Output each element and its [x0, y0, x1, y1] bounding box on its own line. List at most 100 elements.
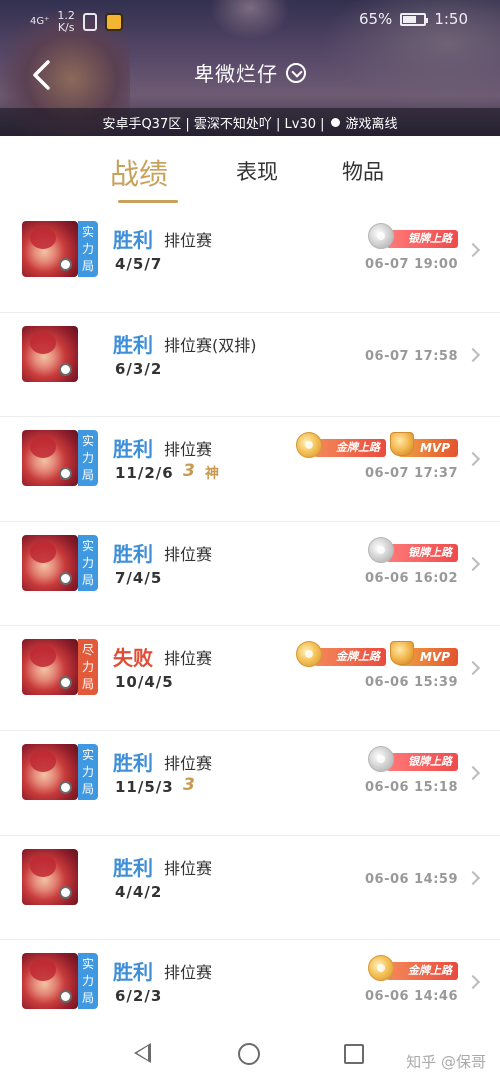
match-row[interactable]: 实力局 胜利 排位赛 11/5/3 3 银牌上路 06-06 15:18: [0, 731, 500, 836]
silver-lane-badge: 银牌上路: [386, 752, 458, 771]
nav-back-icon[interactable]: [134, 1043, 151, 1063]
match-row[interactable]: 胜利 排位赛(双排) 6/3/2 06-07 17:58: [0, 313, 500, 418]
online-status: 游戏离线: [345, 116, 398, 132]
nav-recents-icon[interactable]: [344, 1044, 364, 1064]
system-nav-bar: 知乎 @保哥: [0, 1023, 500, 1083]
match-type: 排位赛: [164, 649, 213, 669]
match-type: 排位赛(双排): [164, 335, 257, 355]
silver-lane-badge: 银牌上路: [386, 543, 458, 562]
hero-avatar: [22, 743, 78, 800]
match-type: 排位赛: [164, 753, 213, 773]
chevron-right-icon: [465, 556, 481, 571]
chevron-right-icon: [465, 975, 481, 990]
status-bar: 4G⁺ 1.2 K/s 65% 1:50: [0, 0, 500, 40]
match-time: 06-06 15:18: [365, 779, 458, 795]
match-type: 排位赛: [164, 963, 213, 983]
match-result: 胜利: [113, 332, 153, 357]
match-mode-tag: 实力局: [78, 430, 98, 487]
match-mode-tag: 实力局: [78, 953, 98, 1010]
tab-bar: 战绩 表现 物品: [0, 136, 500, 208]
hero-avatar: [22, 221, 78, 277]
online-status-dot-icon: [330, 117, 340, 127]
kda: 6/2/3: [115, 987, 163, 1006]
tab-performance[interactable]: 表现: [236, 156, 278, 186]
title-bar: 卑微烂仔: [0, 58, 500, 87]
match-time: 06-07 19:00: [365, 257, 458, 272]
hero-avatar: [22, 430, 78, 487]
network-speed-unit: K/s: [57, 21, 75, 34]
hero-avatar: [22, 953, 78, 1010]
nav-home-icon[interactable]: [238, 1043, 260, 1065]
multi-kill-badge: 3: [183, 461, 195, 482]
clock: 1:50: [434, 10, 468, 28]
chevron-right-icon: [465, 347, 481, 362]
kda: 10/4/5: [115, 673, 174, 692]
match-type: 排位赛: [164, 440, 213, 460]
match-result: 胜利: [113, 960, 153, 985]
match-row[interactable]: 实力局 胜利 排位赛 4/5/7 银牌上路 06-07 19:00: [0, 208, 500, 313]
match-result: 胜利: [113, 541, 153, 566]
match-row[interactable]: 实力局 胜利 排位赛 11/2/6 3 神 MVP 金牌上路 06-07 17:37: [0, 417, 500, 522]
profile-header: 4G⁺ 1.2 K/s 65% 1:50 卑微烂仔 安卓手Q37区 | 雲深不知…: [0, 0, 500, 136]
match-list: 实力局 胜利 排位赛 4/5/7 银牌上路 06-07 19:00 胜利 排位赛(双排) 6/3…: [0, 208, 500, 1045]
match-result: 胜利: [113, 228, 153, 252]
kda: 6/3/2: [115, 359, 163, 378]
match-time: 06-06 14:59: [365, 871, 458, 887]
match-result: 胜利: [113, 750, 153, 775]
silver-medal-icon: [368, 536, 394, 563]
kda: 4/5/7: [115, 255, 163, 273]
gold-lane-badge: 金牌上路: [314, 439, 386, 458]
match-mode-tag: 尽力局: [78, 639, 98, 696]
match-mode-tag: 实力局: [78, 534, 98, 591]
hero-avatar: [22, 325, 78, 382]
battery-fill: [403, 15, 417, 23]
match-result: 胜利: [113, 855, 153, 880]
hero-avatar: [22, 848, 78, 905]
silver-medal-icon: [368, 223, 394, 249]
tab-items[interactable]: 物品: [342, 156, 384, 186]
hero-avatar: [22, 534, 78, 591]
network-speed: 1.2 K/s: [57, 10, 75, 34]
mvp-trophy-icon: [390, 432, 414, 457]
match-type: 排位赛: [164, 858, 213, 878]
kda: 7/4/5: [115, 568, 163, 587]
player-info: 安卓手Q37区 | 雲深不知处吖 | Lv30 |: [102, 116, 325, 132]
match-time: 06-07 17:37: [365, 466, 458, 482]
match-row[interactable]: 实力局 胜利 排位赛 7/4/5 银牌上路 06-06 16:02: [0, 522, 500, 627]
mvp-trophy-icon: [390, 641, 414, 666]
gold-medal-icon: [296, 432, 322, 459]
chevron-right-icon: [465, 242, 481, 258]
gold-lane-badge: 金牌上路: [386, 962, 458, 981]
silver-lane-badge: 银牌上路: [386, 230, 458, 248]
page-title: 卑微烂仔: [194, 62, 278, 86]
chevron-right-icon: [465, 765, 481, 781]
gold-medal-icon: [368, 955, 394, 982]
match-time: 06-06 15:39: [365, 675, 458, 691]
active-tab-indicator: [118, 200, 178, 203]
chevron-right-icon: [465, 870, 481, 885]
match-row[interactable]: 尽力局 失败 排位赛 10/4/5 MVP 金牌上路 06-06 15:39: [0, 626, 500, 731]
match-result: 失败: [113, 646, 153, 671]
battery-percent: 65%: [358, 10, 393, 28]
multi-kill-badge: 3: [183, 774, 195, 795]
kda: 11/5/3: [115, 777, 174, 796]
match-row[interactable]: 胜利 排位赛 4/4/2 06-06 14:59: [0, 836, 500, 941]
watermark: 知乎 @保哥: [406, 1053, 486, 1071]
app-notification-icon: [104, 13, 123, 31]
tab-records[interactable]: 战绩: [110, 151, 168, 193]
match-time: 06-06 14:46: [365, 989, 458, 1005]
hero-avatar: [22, 639, 78, 696]
silver-medal-icon: [368, 745, 394, 772]
godlike-badge: 神: [205, 466, 219, 483]
battery-icon: [400, 12, 429, 26]
kda: 4/4/2: [115, 882, 163, 901]
chevron-right-icon: [465, 452, 481, 467]
match-type: 排位赛: [164, 231, 213, 250]
match-type: 排位赛: [164, 544, 213, 564]
match-result: 胜利: [113, 437, 153, 462]
account-switch-chevron-icon[interactable]: [286, 62, 306, 83]
gold-lane-badge: 金牌上路: [314, 648, 386, 667]
match-mode-tag: 实力局: [78, 221, 98, 277]
player-info-strip: 安卓手Q37区 | 雲深不知处吖 | Lv30 | 游戏离线: [0, 108, 500, 136]
vibrate-icon: [82, 13, 97, 31]
